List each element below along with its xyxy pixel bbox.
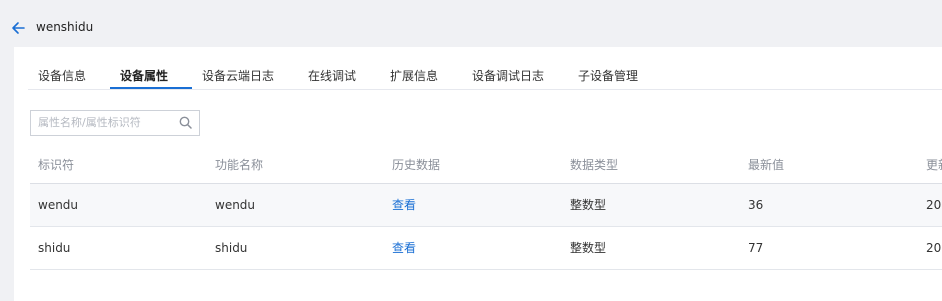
cell-updated: 20 [926,198,942,212]
cell-identifier: wendu [38,198,79,212]
cell-latest-value: 77 [748,241,764,255]
column-header-identifier: 标识符 [38,158,75,172]
cell-latest-value: 36 [748,198,764,212]
column-header-updated: 更新 [926,158,942,172]
properties-table: 标识符 功能名称 历史数据 数据类型 最新值 更新 wendu wendu 查看… [30,147,942,270]
table-header-row: 标识符 功能名称 历史数据 数据类型 最新值 更新 [30,147,942,184]
tab-device-properties[interactable]: 设备属性 [120,67,168,84]
active-tab-indicator [110,87,192,89]
column-header-history: 历史数据 [392,158,441,172]
table-row: shidu shidu 查看 整数型 77 20 [30,227,942,270]
column-header-function-name: 功能名称 [215,158,264,172]
device-title: wenshidu [36,20,94,34]
cell-updated: 20 [926,241,942,255]
cell-function-name: shidu [215,241,248,255]
cell-function-name: wendu [215,198,256,212]
property-search-input[interactable] [31,111,174,133]
tab-bar: 设备信息 设备属性 设备云端日志 在线调试 扩展信息 设备调试日志 子设备管理 [28,61,942,90]
page-header: wenshidu [0,0,942,46]
column-header-latest-value: 最新值 [748,158,785,172]
view-history-link[interactable]: 查看 [392,227,416,269]
table-row: wendu wendu 查看 整数型 36 20 [30,184,942,227]
cell-data-type: 整数型 [570,241,607,255]
column-header-data-type: 数据类型 [570,158,619,172]
tab-extended-info[interactable]: 扩展信息 [390,67,438,84]
property-search-box [30,110,200,136]
tab-cloud-logs[interactable]: 设备云端日志 [202,67,274,84]
back-arrow-icon[interactable] [11,20,25,36]
tab-subdevice-management[interactable]: 子设备管理 [578,67,638,84]
view-history-link[interactable]: 查看 [392,184,416,226]
tab-online-debug[interactable]: 在线调试 [308,67,356,84]
tab-debug-logs[interactable]: 设备调试日志 [472,67,544,84]
content-panel: 设备信息 设备属性 设备云端日志 在线调试 扩展信息 设备调试日志 子设备管理 … [14,47,942,301]
search-icon[interactable] [179,116,192,129]
cell-identifier: shidu [38,241,71,255]
cell-data-type: 整数型 [570,198,607,212]
tab-device-info[interactable]: 设备信息 [38,67,86,84]
